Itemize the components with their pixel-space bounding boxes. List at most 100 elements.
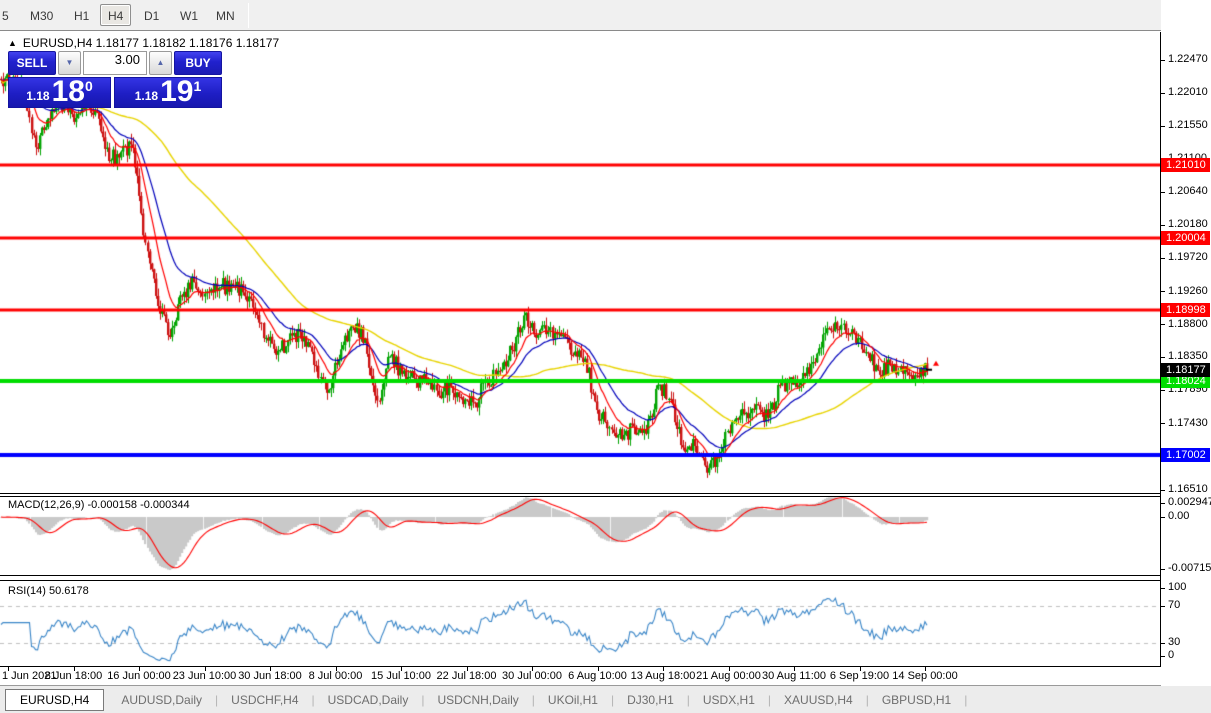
rsi-tick-dash [1161, 588, 1165, 589]
one-click-trading-panel: SELL ▼ 3.00 ▲ BUY 1.18 18 0 1.18 19 1 [8, 51, 222, 108]
price-chart-canvas[interactable] [0, 33, 1160, 666]
sell-price-big: 18 [52, 78, 85, 106]
price-tick-dash [1161, 390, 1165, 391]
sell-price-sup: 0 [85, 78, 93, 94]
price-tick-label: 1.21550 [1168, 119, 1208, 131]
timeframe-toolbar: 5M30H1H4D1W1MN [0, 0, 1211, 31]
tab-dj30-h1[interactable]: DJ30,H1 [614, 689, 687, 711]
time-axis-label: 8 Jul 00:00 [309, 670, 363, 682]
buy-price-big: 19 [160, 78, 193, 106]
price-tick-dash [1161, 423, 1165, 424]
price-tick-dash [1161, 225, 1165, 226]
mt4-window: 5M30H1H4D1W1MN ▲EURUSD,H4 1.18177 1.1818… [0, 0, 1211, 713]
price-tick-label: 1.16510 [1168, 483, 1208, 495]
time-axis-label: 16 Jun 00:00 [107, 670, 171, 682]
chart-title-bar: ▲ EURUSD,H4 1.18177 1.18182 1.18176 1.181… [8, 36, 279, 50]
volume-decrease-button[interactable]: ▼ [58, 51, 81, 75]
price-axis[interactable]: 1.224701.220101.215501.211001.206401.201… [1161, 0, 1211, 686]
price-tick-label: 1.19260 [1168, 285, 1208, 297]
time-axis-label: 14 Sep 00:00 [892, 670, 957, 682]
price-tick-dash [1161, 490, 1165, 491]
bid-price-label: 1.18177 [1161, 363, 1210, 377]
macd-tick-dash [1161, 517, 1165, 518]
sell-price-display[interactable]: 1.18 18 0 [8, 77, 111, 108]
tab-audusd-daily[interactable]: AUDUSD,Daily [108, 689, 215, 711]
macd-tick-dash [1161, 569, 1165, 570]
tab-usdx-h1[interactable]: USDX,H1 [690, 689, 768, 711]
chart-tabs-bar: EURUSD,H4AUDUSD,Daily|USDCHF,H4|USDCAD,D… [0, 686, 1211, 713]
rsi-pane-splitter[interactable] [0, 575, 1161, 581]
time-axis-label: 8 Jun 18:00 [45, 670, 103, 682]
macd-tick-label: 0.00 [1168, 510, 1189, 522]
time-axis-label: 13 Aug 18:00 [631, 670, 696, 682]
rsi-tick-dash [1161, 606, 1165, 607]
toolbar-timeframe-h4[interactable]: H4 [100, 4, 131, 26]
macd-label: MACD(12,26,9) -0.000158 -0.000344 [8, 499, 190, 511]
tab-usdchf-h4[interactable]: USDCHF,H4 [218, 689, 311, 711]
rsi-label: RSI(14) 50.6178 [8, 585, 89, 597]
price-tick-label: 1.20640 [1168, 185, 1208, 197]
sell-price-small: 1.18 [26, 89, 49, 103]
toolbar-separator [248, 3, 249, 28]
price-tick-label: 1.19720 [1168, 251, 1208, 263]
time-axis-label: 6 Aug 10:00 [568, 670, 627, 682]
buy-price-display[interactable]: 1.18 19 1 [114, 77, 222, 108]
time-axis-label: 30 Aug 11:00 [762, 670, 826, 682]
one-click-collapse-icon[interactable]: ▲ [8, 38, 17, 48]
price-tick-dash [1161, 93, 1165, 94]
trade-panel-controls: SELL ▼ 3.00 ▲ BUY [8, 51, 222, 75]
toolbar-timeframe-m30[interactable]: M30 [22, 4, 61, 26]
rsi-tick-label: 70 [1168, 599, 1180, 611]
hline-price-label: 1.21010 [1161, 158, 1210, 172]
price-tick-dash [1161, 60, 1165, 61]
price-tick-dash [1161, 126, 1165, 127]
sell-button[interactable]: SELL [8, 51, 56, 75]
rsi-tick-label: 30 [1168, 636, 1180, 648]
tab-usdcnh-daily[interactable]: USDCNH,Daily [424, 689, 531, 711]
price-tick-dash [1161, 324, 1165, 325]
tab-usdcad-daily[interactable]: USDCAD,Daily [315, 689, 422, 711]
rsi-tick-dash [1161, 643, 1165, 644]
time-axis-label: 30 Jun 18:00 [238, 670, 302, 682]
time-axis-bottom-border [0, 685, 1211, 686]
tab-eurusd-h4[interactable]: EURUSD,H4 [5, 689, 104, 711]
price-tick-dash [1161, 258, 1165, 259]
buy-button[interactable]: BUY [174, 51, 222, 75]
rsi-tick-label: 0 [1168, 649, 1174, 661]
time-axis-label: 23 Jun 10:00 [173, 670, 237, 682]
volume-increase-button[interactable]: ▲ [149, 51, 172, 75]
time-axis-label: 30 Jul 00:00 [502, 670, 562, 682]
hline-price-label: 1.17002 [1161, 448, 1210, 462]
toolbar-timeframe-w1[interactable]: W1 [172, 4, 206, 26]
tab-separator: | [964, 693, 967, 707]
toolbar-timeframe-5[interactable]: 5 [0, 4, 17, 26]
price-tick-label: 1.20180 [1168, 218, 1208, 230]
price-tick-dash [1161, 291, 1165, 292]
toolbar-timeframe-mn[interactable]: MN [208, 4, 243, 26]
price-tick-dash [1161, 357, 1165, 358]
macd-pane-splitter[interactable] [0, 493, 1161, 497]
toolbar-timeframe-h1[interactable]: H1 [66, 4, 97, 26]
rsi-tick-dash [1161, 656, 1165, 657]
chart-ohlc-text: EURUSD,H4 1.18177 1.18182 1.18176 1.1817… [23, 36, 279, 50]
time-axis[interactable]: 1 Jun 20218 Jun 18:0016 Jun 00:0023 Jun … [0, 667, 1161, 685]
tab-xauusd-h4[interactable]: XAUUSD,H4 [771, 689, 866, 711]
macd-tick-label: -0.007151 [1168, 562, 1211, 574]
price-tick-label: 1.18350 [1168, 350, 1208, 362]
time-axis-label: 15 Jul 10:00 [371, 670, 431, 682]
buy-price-sup: 1 [193, 78, 201, 94]
volume-input[interactable]: 3.00 [83, 51, 147, 75]
price-tick-label: 1.22010 [1168, 86, 1208, 98]
price-tick-label: 1.17430 [1168, 417, 1208, 429]
price-tick-dash [1161, 192, 1165, 193]
time-axis-label: 6 Sep 19:00 [830, 670, 889, 682]
buy-price-small: 1.18 [135, 89, 158, 103]
hline-price-label: 1.20004 [1161, 231, 1210, 245]
macd-tick-dash [1161, 503, 1165, 504]
tab-gbpusd-h1[interactable]: GBPUSD,H1 [869, 689, 964, 711]
macd-tick-label: 0.002947 [1168, 496, 1211, 508]
rsi-tick-label: 100 [1168, 581, 1186, 593]
time-axis-label: 22 Jul 18:00 [437, 670, 497, 682]
toolbar-timeframe-d1[interactable]: D1 [136, 4, 167, 26]
tab-ukoil-h1[interactable]: UKOil,H1 [535, 689, 611, 711]
